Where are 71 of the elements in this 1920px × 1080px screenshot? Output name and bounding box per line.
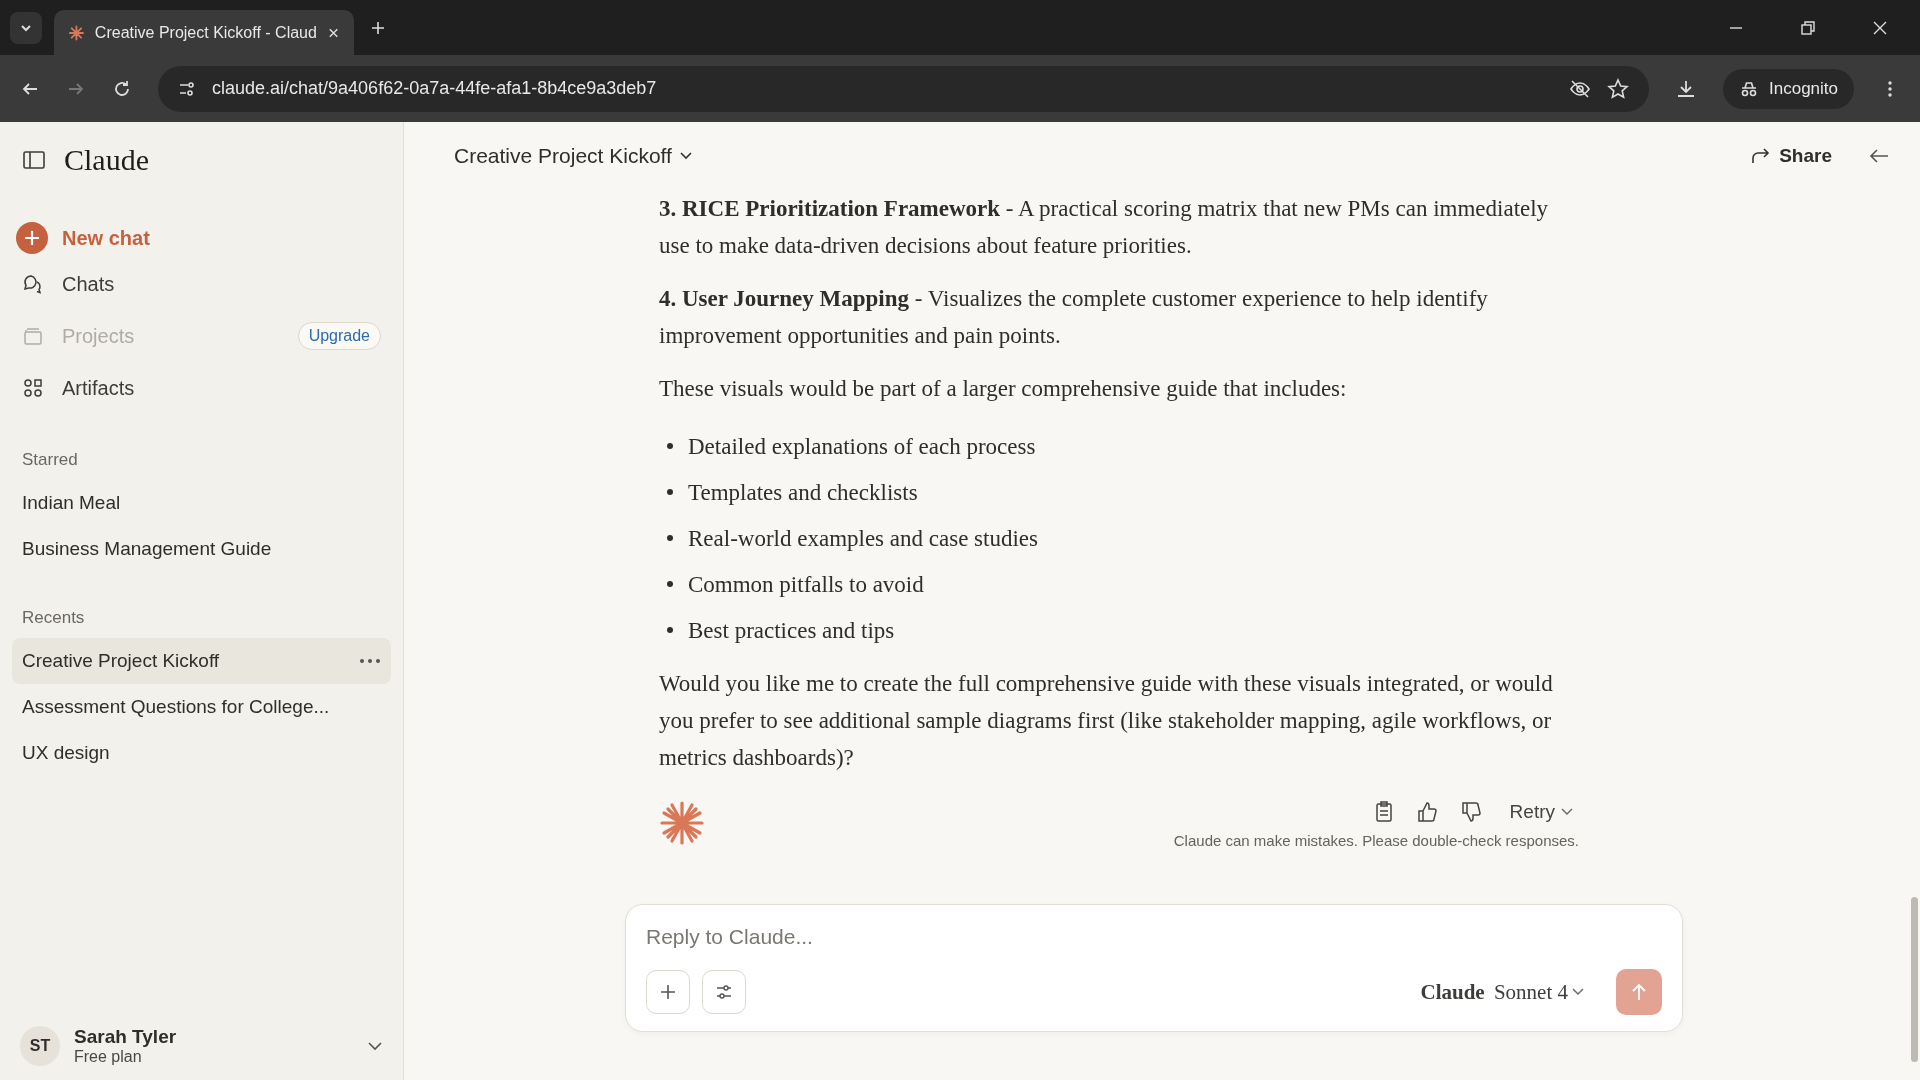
recent-chat-item[interactable]: UX design [12, 730, 391, 776]
bullet-dot [667, 443, 673, 449]
conversation-title[interactable]: Creative Project Kickoff [454, 144, 692, 168]
section-heading: Recents [21, 608, 86, 628]
section-heading: Starred [21, 450, 79, 470]
eye-off-icon[interactable] [1569, 77, 1591, 100]
chevron-down-icon [1561, 808, 1573, 816]
more-icon[interactable] [359, 658, 381, 664]
message-paragraph: 4. User Journey Mapping - Visualizes the complete customer experience to help identify improvement opportunities and pain points. [659, 285, 1489, 350]
sliders-icon [715, 983, 733, 1001]
back-arrow-icon[interactable] [1868, 147, 1890, 165]
shapes-icon [22, 377, 44, 399]
message-paragraph: Would you like me to create the full comprehensive guide with these visuals integrated, or would you prefer to see additional sample diagrams first (like stakeholder mapping, agile workflows, or metrics dashboards)? [659, 670, 1554, 772]
chevron-down-icon [1572, 988, 1584, 996]
user-plan: Free plan [74, 1048, 143, 1066]
model-selector[interactable]: Claude Sonnet 4 [1414, 978, 1590, 1006]
bullet-item: Detailed explanations of each process [688, 432, 1036, 461]
bullet-dot [667, 489, 673, 495]
user-menu[interactable]: ST Sarah Tyler Free plan [12, 1026, 391, 1066]
browser-tab[interactable]: Creative Project Kickoff - Claud [54, 10, 354, 55]
incognito-button[interactable]: Incognito [1723, 68, 1854, 109]
starred-chat-item[interactable]: Indian Meal [12, 480, 391, 526]
new-tab-icon[interactable] [370, 19, 386, 36]
arrow-up-icon [1630, 982, 1648, 1002]
restore-icon[interactable] [1800, 19, 1816, 36]
chevron-down-icon [679, 152, 692, 160]
retry-button[interactable]: Retry [1503, 800, 1579, 824]
user-name: Sarah Tyler [74, 1026, 178, 1048]
copy-icon[interactable] [1373, 801, 1394, 823]
scrollbar-thumb[interactable] [1911, 897, 1918, 1062]
share-arrow-icon [1751, 147, 1772, 165]
bullet-dot [667, 535, 673, 541]
site-settings-icon[interactable] [178, 79, 196, 98]
message-paragraph: 3. RICE Prioritization Framework - A practical scoring matrix that new PMs can immediately use to make data-driven decisions about feature priorities. [659, 195, 1550, 260]
address-bar[interactable]: claude.ai/chat/9a406f62-0a7a-44fe-afa1-8b4ce9a3deb7 [158, 65, 1649, 112]
tab-list-button[interactable] [10, 11, 42, 44]
bullet-dot [667, 581, 673, 587]
close-icon[interactable] [1872, 19, 1888, 36]
starred-chat-item[interactable]: Business Management Guide [12, 526, 391, 572]
recent-chat-item[interactable]: Assessment Questions for College... [12, 684, 391, 730]
chevron-down-icon [367, 1041, 383, 1051]
bullet-item: Common pitfalls to avoid [688, 570, 924, 599]
sidebar-toggle-icon[interactable] [22, 150, 46, 170]
bullet-item: Real-world examples and case studies [688, 524, 1038, 553]
folder-stack-icon [22, 325, 44, 347]
reply-box[interactable]: Reply to Claude... Claude Sonnet 4 [625, 904, 1683, 1032]
user-avatar: ST [20, 1026, 60, 1066]
reload-icon[interactable] [112, 78, 132, 99]
add-button[interactable] [646, 970, 690, 1014]
bullet-item: Templates and checklists [688, 478, 918, 507]
claude-spark-icon [659, 800, 705, 846]
chat-bubbles-icon [22, 273, 44, 295]
star-icon[interactable] [1607, 77, 1629, 100]
disclaimer-text: Claude can make mistakes. Please double-check responses. [1173, 832, 1579, 850]
url-text: claude.ai/chat/9a406f62-0a7a-44fe-afa1-8b4ce9a3deb7 [212, 78, 657, 99]
tab-title: Creative Project Kickoff - Claud [94, 23, 317, 42]
nav-item[interactable]: Artifacts [12, 362, 391, 414]
thumbs-down-icon[interactable] [1459, 801, 1482, 823]
plus-circle-icon [16, 222, 48, 254]
app-logo: Claude [64, 143, 149, 177]
nav-item[interactable]: Chats [12, 258, 391, 310]
thumbs-up-icon[interactable] [1415, 801, 1438, 823]
bullet-dot [667, 627, 673, 633]
tools-button[interactable] [702, 970, 746, 1014]
bullet-item: Best practices and tips [688, 616, 895, 645]
recent-chat-item[interactable]: Creative Project Kickoff [12, 638, 391, 684]
plus-icon [659, 983, 677, 1001]
new-chat-button[interactable]: New chat [12, 218, 391, 258]
share-button[interactable]: Share [1745, 144, 1838, 168]
sparkle-icon [68, 23, 85, 42]
message-paragraph: These visuals would be part of a larger comprehensive guide that includes: [659, 375, 1348, 403]
